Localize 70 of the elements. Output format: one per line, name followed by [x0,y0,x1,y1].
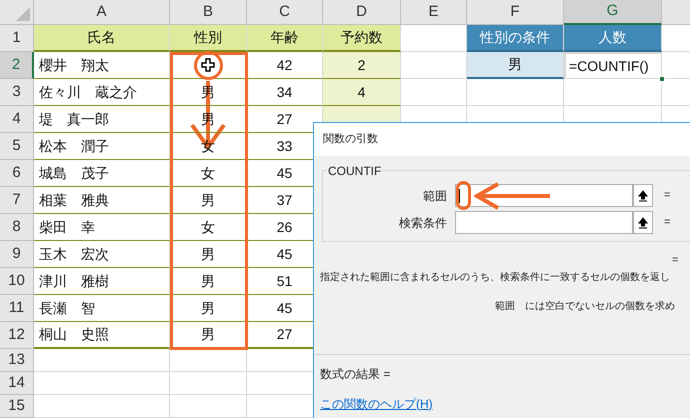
table-cell: 氏名 [34,25,170,52]
up-arrow-icon [638,216,648,228]
row-header: 4 [0,106,34,133]
column-header: E [401,0,467,25]
dialog-title: 関数の引数 [323,132,378,148]
table-cell: 男 [170,241,247,268]
table-cell: 櫻井 翔太 [34,52,170,79]
fill-handle[interactable] [659,76,665,82]
table-cell: 女 [170,214,247,241]
column-header: C [247,0,323,25]
column-header: B [170,0,247,25]
argument-field[interactable] [455,211,633,234]
table-cell: 男 [170,268,247,295]
table-cell: 津川 雅樹 [34,268,170,295]
equals-sign: = [664,188,670,204]
table-cell: 4 [323,79,401,106]
row-header: 15 [0,395,34,418]
table-cell: 相葉 雅典 [34,187,170,214]
table-cell: 性別の条件 [467,25,564,52]
argument-label: 検索条件 [398,214,448,232]
row-header: 8 [0,214,34,241]
column-header: G [564,0,662,25]
table-cell: 玉木 宏次 [34,241,170,268]
column-header: F [467,0,564,25]
row-header: 12 [0,322,34,349]
row-header: 2 [0,52,34,79]
argument-label: 範囲 [422,188,448,204]
table-cell: 性別 [170,25,247,52]
row-header: 10 [0,268,34,295]
collapse-dialog-button[interactable] [633,184,653,207]
row-header: 6 [0,160,34,187]
table-cell: 男 [467,52,564,79]
table-cell: 堤 真一郎 [34,106,170,133]
equals-sign: = [664,215,670,230]
table-cell: 桐山 史照 [34,322,170,349]
up-arrow-icon [638,190,648,202]
triangle-icon [16,7,30,21]
cross-cursor-icon [201,58,215,72]
argument-description: 範囲 には空白でないセルの個数を求め [494,300,676,314]
column-header: A [34,0,170,25]
table-cell: 年齢 [247,25,323,52]
row-header: 13 [0,349,34,372]
table-cell: 2 [323,52,401,79]
row-header: 9 [0,241,34,268]
table-cell: 女 [170,160,247,187]
table-cell: 佐々川 蔵之介 [34,79,170,106]
table-cell: 男 [170,187,247,214]
equals-sign: = [672,253,678,268]
table-cell: 柴田 幸 [34,214,170,241]
table-cell: 松本 潤子 [34,133,170,160]
down-arrow [190,81,226,151]
row-header: 3 [0,79,34,106]
text-caret [459,188,460,202]
row-header: 11 [0,295,34,322]
column-header: D [323,0,401,25]
row-header: 5 [0,133,34,160]
help-link[interactable]: この関数のヘルプ(H) [320,394,433,412]
formula-result: 数式の結果 = [319,366,392,382]
table-cell: =COUNTIF() [564,52,662,79]
table-cell: 人数 [564,25,662,52]
table-cell: 男 [170,322,247,349]
table-cell: 城島 茂子 [34,160,170,187]
row-header: 1 [0,25,34,52]
collapse-dialog-button[interactable] [633,211,653,234]
table-cell: 予約数 [323,25,401,52]
table-cell: 男 [170,295,247,322]
column-header [662,0,690,25]
row-header: 14 [0,372,34,395]
row-header: 7 [0,187,34,214]
table-cell: 長瀬 智 [34,295,170,322]
